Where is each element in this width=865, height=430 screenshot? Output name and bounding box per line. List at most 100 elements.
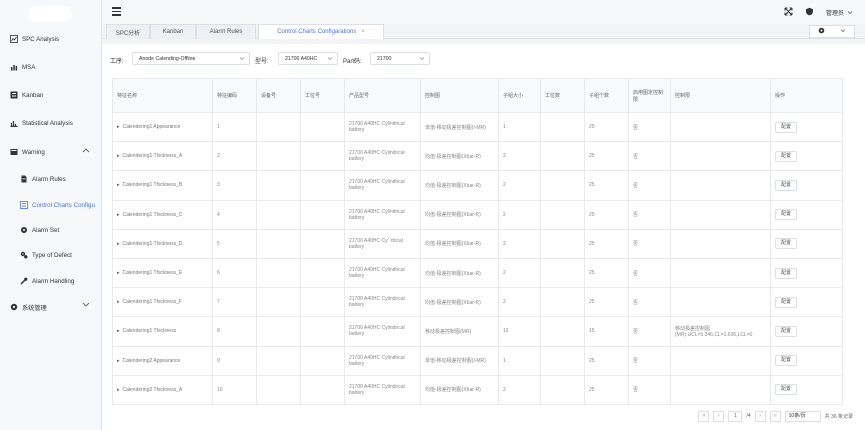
sidebar-item-control-charts-config[interactable]: Control Charts Configu <box>0 196 102 214</box>
configure-button[interactable]: 配置 <box>775 238 797 250</box>
part-label: Part码: <box>343 59 362 65</box>
expand-row-icon[interactable]: ▸ <box>117 328 120 334</box>
page-input[interactable]: 1 <box>728 410 743 422</box>
chevron-down-icon <box>239 56 245 63</box>
cell-feature-code: 8 <box>212 316 257 347</box>
tab-control-charts[interactable]: Control Charts Configarations × <box>258 24 384 39</box>
settings-icon[interactable] <box>818 27 825 36</box>
col-header[interactable]: 工位数 <box>540 78 585 113</box>
first-page-button[interactable]: « <box>698 410 710 422</box>
cell-feature-name: ▸ Calendering2 Thickness_A <box>112 374 213 405</box>
table-row[interactable]: ▸ Calendering1 Thickness_E 6 21700 A40HC Cy… <box>112 257 843 289</box>
sidebar-item-warning[interactable]: Warning <box>0 143 102 161</box>
cell-station <box>300 257 345 289</box>
prev-page-button[interactable]: ‹ <box>713 410 725 422</box>
cell-station <box>300 374 345 405</box>
close-icon[interactable]: × <box>361 29 365 35</box>
sidebar-item-alarm-handling[interactable]: Alarm Handling <box>0 272 102 290</box>
cell-chart-type: 均值-极差控制图(Xbar-R) <box>420 141 499 172</box>
col-header[interactable]: 操作 <box>770 78 843 113</box>
configure-button[interactable]: 配置 <box>775 121 797 133</box>
col-header[interactable]: 控制限 <box>670 78 771 113</box>
col-header[interactable]: 子组大小 <box>498 78 541 113</box>
sidebar-item-label: SPC Analysis <box>22 35 60 43</box>
chevron-up-icon[interactable] <box>82 147 90 155</box>
sidebar-item-alarm-rules[interactable]: Alarm Rules <box>0 170 102 188</box>
part-select[interactable]: 21700 <box>370 52 430 65</box>
cell-feature-name: ▸ Calendering2 Appearance <box>112 345 213 376</box>
part-value: 21700 <box>377 55 392 62</box>
sidebar-item-msa[interactable]: MSA <box>0 58 102 76</box>
col-header[interactable]: 特征编码 <box>212 78 257 113</box>
col-header[interactable]: 工位号 <box>300 78 345 113</box>
model-select[interactable]: 21700 A40HC <box>278 52 338 65</box>
col-header[interactable]: 启用图定控制限 <box>628 78 671 113</box>
tab-spc[interactable]: SPC分析 <box>106 24 150 39</box>
table-row[interactable]: ▸ Calendering2 Thickness_A 10 21700 A40HC C… <box>112 374 843 405</box>
col-header[interactable]: 特征名称 <box>112 78 213 113</box>
feature-name: Calendering2 Appearance <box>122 357 181 364</box>
table-row[interactable]: ▸ Calendering1 Appearance 1 21700 A40HC Cyl… <box>112 111 843 143</box>
process-select[interactable]: Anode Calending-Offline <box>132 52 250 65</box>
expand-row-icon[interactable]: ▸ <box>117 270 120 276</box>
col-header[interactable]: 设备号 <box>256 78 301 113</box>
cell-station-count <box>540 374 585 405</box>
table-row[interactable]: ▸ Calendering1 Thickness 8 21700 A40HC Cyli… <box>112 316 843 347</box>
col-header[interactable]: 控制图 <box>420 78 499 113</box>
table-row[interactable]: ▸ Calendering1 Thickness_D 5 21700 A40HC Cy… <box>112 228 843 259</box>
sidebar-item-type-of-defect[interactable]: Type of Defect <box>0 246 102 264</box>
table-row[interactable]: ▸ Calendering1 Thickness_B 3 21700 A40HC Cy… <box>112 170 843 201</box>
expand-row-icon[interactable]: ▸ <box>117 358 120 364</box>
sidebar-item-label: Kanban <box>22 91 44 99</box>
configure-button[interactable]: 配置 <box>775 150 797 162</box>
configure-button[interactable]: 配置 <box>775 325 797 337</box>
last-page-button[interactable]: » <box>769 410 781 422</box>
configure-button[interactable]: 配置 <box>775 179 797 191</box>
expand-row-icon[interactable]: ▸ <box>117 241 120 247</box>
expand-row-icon[interactable]: ▸ <box>117 387 120 393</box>
cell-subgroup-size: 12 <box>498 316 541 347</box>
col-header[interactable]: 子组个数 <box>584 78 629 113</box>
fullscreen-icon[interactable] <box>784 7 793 18</box>
cell-feature-name: ▸ Calendering1 Thickness_C <box>112 199 213 230</box>
page-size-select[interactable]: 10条/页 <box>784 410 821 422</box>
expand-row-icon[interactable]: ▸ <box>117 299 120 305</box>
expand-row-icon[interactable]: ▸ <box>117 153 120 159</box>
sidebar-item-alarm-set[interactable]: Alarm Set <box>0 221 102 239</box>
sidebar-item-kanban[interactable]: Kanban <box>0 86 102 104</box>
user-menu[interactable]: 管理员 <box>826 8 853 17</box>
table-row[interactable]: ▸ Calendering1 Thickness_C 4 21700 A40HC Cy… <box>112 199 843 230</box>
shield-icon[interactable] <box>805 7 814 18</box>
tab-alarm-rules[interactable]: Alarm Rules <box>196 24 256 39</box>
cell-fixed-limit: 否 <box>628 199 671 230</box>
configure-button[interactable]: 配置 <box>775 209 797 221</box>
configure-button[interactable]: 配置 <box>775 296 797 308</box>
chevron-down-icon[interactable] <box>82 302 90 310</box>
chevron-down-icon[interactable] <box>840 28 846 35</box>
tab-kanban[interactable]: Kanban <box>150 24 196 39</box>
configure-button[interactable]: 配置 <box>775 384 797 396</box>
next-page-button[interactable]: › <box>754 410 766 422</box>
col-header[interactable]: 产品型号 <box>344 78 421 113</box>
sidebar-item-spc-analysis[interactable]: SPC Analysis <box>0 30 102 48</box>
cell-chart-type: 移动极差控制图(MR) <box>420 316 499 347</box>
sidebar-item-statistical-analysis[interactable]: Statistical Analysis <box>0 114 102 132</box>
expand-row-icon[interactable]: ▸ <box>117 182 120 188</box>
cell-station-count <box>540 141 585 172</box>
pagination: « ‹ 1 /4 › » 10条/页 共 36 条记录 <box>698 410 853 422</box>
cell-subgroup-size: 2 <box>498 141 541 172</box>
table-row[interactable]: ▸ Calendering1 Thickness_F 7 21700 A40HC Cy… <box>112 287 843 318</box>
cell-control-limit <box>670 374 771 405</box>
total-records: 共 36 条记录 <box>824 413 853 420</box>
configure-button[interactable]: 配置 <box>775 267 797 279</box>
cell-feature-name: ▸ Calendering1 Thickness_F <box>112 287 213 318</box>
expand-row-icon[interactable]: ▸ <box>117 124 120 130</box>
table-row[interactable]: ▸ Calendering2 Appearance 9 21700 A40HC Cyl… <box>112 345 843 376</box>
expand-row-icon[interactable]: ▸ <box>117 212 120 218</box>
cell-subgroup-size: 2 <box>498 199 541 230</box>
cell-fixed-limit: 否 <box>628 257 671 289</box>
menu-icon[interactable] <box>112 7 121 16</box>
sidebar-item-system-management[interactable]: 系统管理 <box>0 298 102 316</box>
table-row[interactable]: ▸ Calendering1 Thickness_A 2 21700 A40HC Cy… <box>112 141 843 172</box>
configure-button[interactable]: 配置 <box>775 355 797 367</box>
